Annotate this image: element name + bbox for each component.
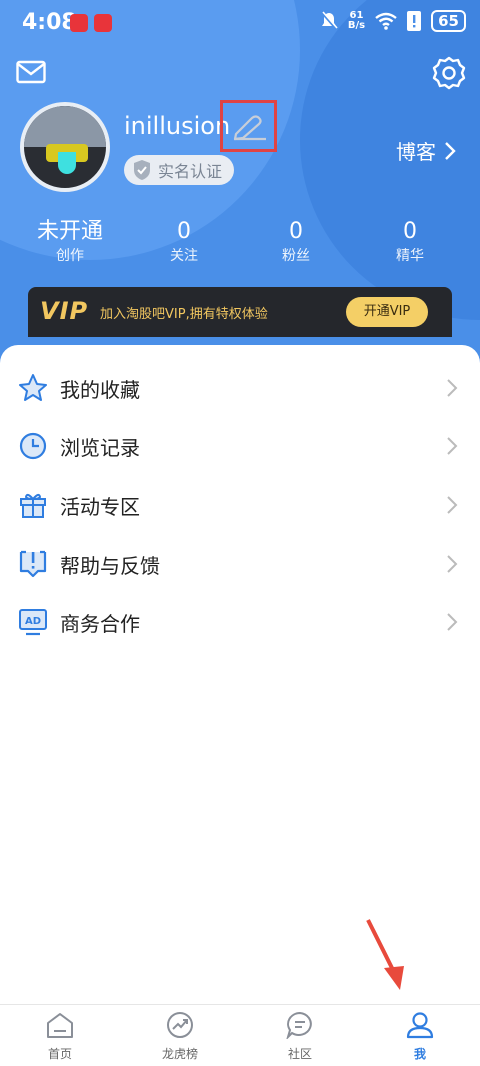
gift-icon bbox=[20, 493, 46, 518]
tab-label: 龙虎榜 bbox=[161, 1047, 198, 1061]
tab-home[interactable]: 首页 bbox=[0, 1011, 120, 1062]
tab-dragon-tiger[interactable]: 龙虎榜 bbox=[120, 1011, 240, 1062]
chevron-right-icon bbox=[447, 555, 458, 573]
network-speed: 61 B/s bbox=[348, 11, 365, 31]
mute-bell-icon bbox=[321, 11, 338, 30]
home-icon bbox=[47, 1013, 73, 1038]
stat-label: 精华 bbox=[396, 248, 424, 264]
notification-app-icon bbox=[94, 14, 112, 32]
user-icon bbox=[406, 1012, 434, 1039]
stat-followers[interactable]: 0 粉丝 bbox=[236, 218, 356, 266]
stat-value: 0 bbox=[177, 219, 191, 244]
clock-icon bbox=[19, 432, 47, 460]
menu-item-business[interactable]: AD 商务合作 bbox=[0, 593, 480, 651]
verify-label: 实名认证 bbox=[158, 162, 223, 181]
notification-app-icon bbox=[70, 14, 88, 32]
chevron-right-icon bbox=[447, 496, 458, 514]
stat-creation[interactable]: 未开通 创作 bbox=[10, 218, 130, 266]
menu-label: 商务合作 bbox=[60, 612, 140, 636]
open-vip-button[interactable]: 开通VIP bbox=[346, 297, 428, 327]
stat-value: 0 bbox=[289, 219, 303, 244]
verify-badge[interactable]: 实名认证 bbox=[124, 155, 235, 185]
chevron-right-icon bbox=[445, 141, 456, 160]
gear-icon[interactable] bbox=[432, 56, 466, 90]
menu-item-favorites[interactable]: 我的收藏 bbox=[0, 359, 480, 417]
battery-indicator: 65 bbox=[431, 10, 466, 32]
ad-icon: AD bbox=[19, 609, 47, 636]
blog-link[interactable]: 博客 bbox=[396, 136, 456, 165]
chevron-right-icon bbox=[447, 379, 458, 397]
menu-item-history[interactable]: 浏览记录 bbox=[0, 417, 480, 475]
menu-item-help[interactable]: 帮助与反馈 bbox=[0, 535, 480, 593]
stat-value: 0 bbox=[403, 219, 417, 244]
menu-label: 活动专区 bbox=[60, 495, 140, 519]
menu-label: 帮助与反馈 bbox=[60, 554, 160, 578]
chevron-right-icon bbox=[447, 437, 458, 455]
tab-label: 我 bbox=[413, 1047, 426, 1061]
tab-me[interactable]: 我 bbox=[360, 1011, 480, 1062]
username: inillusion bbox=[124, 112, 231, 140]
mail-icon[interactable] bbox=[16, 60, 46, 84]
alert-sim-icon bbox=[407, 11, 422, 31]
vip-banner[interactable]: VIP 加入淘股吧VIP,拥有特权体验 开通VIP bbox=[28, 287, 452, 337]
tab-label: 社区 bbox=[287, 1047, 312, 1061]
stat-label: 粉丝 bbox=[282, 248, 310, 264]
tab-community[interactable]: 社区 bbox=[240, 1011, 360, 1062]
vip-logo: VIP bbox=[40, 297, 89, 325]
annotation-highlight-box bbox=[220, 100, 277, 152]
help-icon bbox=[19, 550, 47, 578]
stat-label: 创作 bbox=[56, 248, 84, 264]
star-icon bbox=[19, 374, 47, 401]
menu-label: 我的收藏 bbox=[60, 378, 140, 402]
stats-row: 未开通 创作 0 关注 0 粉丝 0 精华 bbox=[0, 218, 480, 268]
blog-label: 博客 bbox=[396, 140, 436, 164]
network-speed-unit: B/s bbox=[347, 20, 366, 31]
stat-value: 未开通 bbox=[36, 219, 103, 244]
trend-icon bbox=[167, 1012, 193, 1038]
svg-text:AD: AD bbox=[25, 616, 41, 627]
status-bar: 4:08 61 B/s 65 bbox=[0, 0, 480, 46]
annotation-arrow-icon bbox=[366, 919, 404, 990]
tab-label: 首页 bbox=[47, 1047, 72, 1061]
stat-essence[interactable]: 0 精华 bbox=[350, 218, 470, 266]
chat-icon bbox=[285, 1011, 312, 1041]
wifi-icon bbox=[375, 12, 397, 30]
shield-check-icon bbox=[134, 160, 150, 180]
status-time: 4:08 bbox=[22, 10, 77, 35]
stat-label: 关注 bbox=[170, 248, 198, 264]
stat-following[interactable]: 0 关注 bbox=[124, 218, 244, 266]
menu-card: 我的收藏 浏览记录 活动专区 帮助与反馈 AD 商务合作 bbox=[0, 345, 480, 1005]
menu-label: 浏览记录 bbox=[60, 436, 140, 460]
menu-item-events[interactable]: 活动专区 bbox=[0, 476, 480, 534]
vip-promo-text: 加入淘股吧VIP,拥有特权体验 bbox=[100, 307, 268, 322]
chevron-right-icon bbox=[447, 613, 458, 631]
bottom-tab-bar: 首页 龙虎榜 社区 我 bbox=[0, 1004, 480, 1066]
avatar[interactable] bbox=[20, 102, 110, 192]
